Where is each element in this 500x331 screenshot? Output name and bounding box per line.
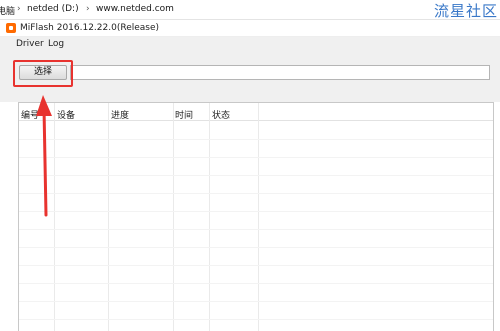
device-table[interactable]: 编号 设备 进度 时间 状态 (18, 102, 494, 331)
breadcrumb-item-folder[interactable]: www.netded.com (96, 4, 174, 14)
highlight-annotation-box (13, 60, 73, 87)
menu-item-driver[interactable]: Driver (14, 39, 46, 49)
miflash-app-icon (6, 23, 16, 33)
empty-row-line (19, 193, 493, 194)
path-input[interactable] (70, 65, 490, 80)
toolbar: 选择 (0, 53, 500, 95)
menu-bar: Driver Log (0, 37, 500, 53)
watermark-text: 流星社区 (433, 2, 498, 20)
column-header-status[interactable]: 状态 (212, 108, 230, 121)
empty-row-line (19, 247, 493, 248)
empty-row-line (19, 301, 493, 302)
menu-item-log[interactable]: Log (46, 39, 66, 49)
column-header-device[interactable]: 设备 (57, 108, 75, 121)
column-header-id[interactable]: 编号 (21, 108, 39, 121)
column-divider (54, 103, 55, 331)
column-divider (209, 103, 210, 331)
column-header-time[interactable]: 时间 (175, 108, 193, 121)
breadcrumb-separator: › (17, 4, 21, 14)
empty-row-line (19, 265, 493, 266)
breadcrumb-item-computer[interactable]: 电脑 (0, 4, 15, 17)
empty-row-line (19, 175, 493, 176)
address-breadcrumb: 电脑 › netded (D:) › www.netded.com (0, 0, 500, 20)
window-title: MiFlash 2016.12.22.0(Release) (20, 23, 160, 33)
window-titlebar: MiFlash 2016.12.22.0(Release) (0, 20, 500, 37)
empty-row-line (19, 139, 493, 140)
column-header-progress[interactable]: 进度 (111, 108, 129, 121)
separator (0, 95, 500, 102)
empty-row-line (19, 229, 493, 230)
empty-row-line (19, 283, 493, 284)
breadcrumb-item-drive[interactable]: netded (D:) (27, 4, 79, 14)
empty-row-line (19, 157, 493, 158)
empty-row-line (19, 211, 493, 212)
breadcrumb-separator: › (86, 4, 90, 14)
column-divider (258, 103, 259, 331)
column-divider (173, 103, 174, 331)
table-header: 编号 设备 进度 时间 状态 (19, 103, 493, 121)
empty-row-line (19, 319, 493, 320)
column-divider (108, 103, 109, 331)
